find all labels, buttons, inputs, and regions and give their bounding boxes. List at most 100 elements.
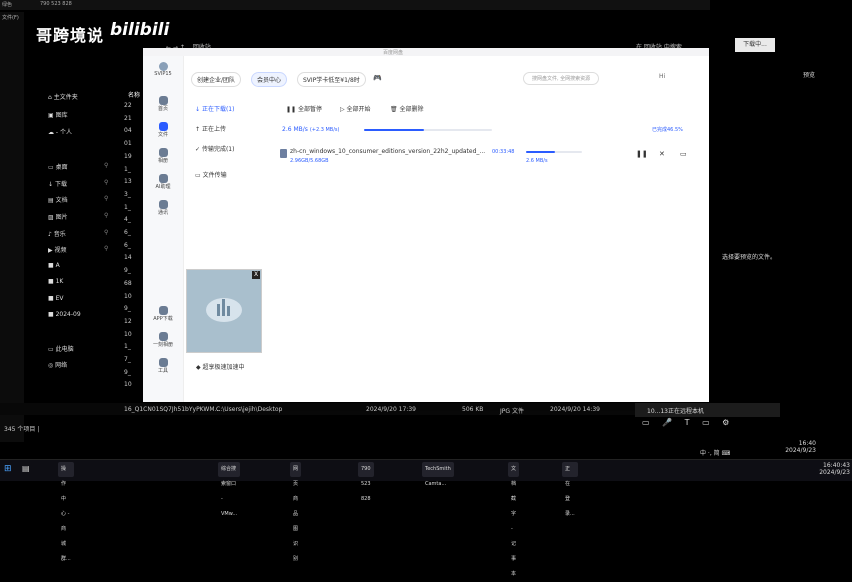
tree-completed[interactable]: ✓ 传输完成(1) bbox=[195, 144, 234, 153]
remote-control-panel[interactable]: 10...13正在远程本机 bbox=[635, 403, 780, 417]
side-avatar[interactable]: SVIP15 bbox=[143, 62, 183, 77]
nav-document[interactable]: ▤ 文档 bbox=[48, 195, 68, 204]
file-row[interactable]: 1_ bbox=[124, 166, 131, 173]
file-row[interactable]: 6_ bbox=[124, 242, 131, 249]
file-row[interactable]: 19 bbox=[124, 153, 132, 160]
file-row[interactable]: 10 bbox=[124, 381, 132, 388]
taskbar-app[interactable]: 综合搜索窗口 - VMw... bbox=[218, 462, 241, 517]
download-task-row[interactable]: zh-cn_windows_10_consumer_editions_versi… bbox=[280, 148, 709, 174]
side-app-download[interactable]: APP下载 bbox=[143, 306, 183, 322]
nav-folder-1k[interactable]: ■ 1K bbox=[48, 278, 63, 285]
file-row[interactable]: 04 bbox=[124, 127, 132, 134]
side-home[interactable]: 首页 bbox=[143, 96, 183, 112]
item-count: 345 个项目 | bbox=[4, 426, 40, 433]
windows-start-icon[interactable]: ⊞ bbox=[4, 464, 12, 474]
taskbar-app[interactable]: 网页商品图识别 bbox=[290, 462, 302, 562]
side-contacts[interactable]: 通讯 bbox=[143, 200, 183, 216]
file-row[interactable]: 6_ bbox=[124, 229, 131, 236]
side-moment[interactable]: 一刻相册 bbox=[143, 332, 183, 348]
tree-downloading[interactable]: ↓ 正在下载(1) bbox=[195, 104, 234, 113]
taskbar-app[interactable]: 正在登录... bbox=[562, 462, 578, 517]
file-row[interactable]: 13 bbox=[124, 178, 132, 185]
contacts-icon bbox=[158, 200, 168, 209]
nav-video[interactable]: ▶ 视频 bbox=[48, 245, 67, 254]
pin-icon[interactable]: ⚲ bbox=[104, 179, 108, 186]
window-titlebar[interactable]: 百度网盘 bbox=[143, 48, 709, 56]
folder-icon[interactable]: ▭ bbox=[680, 150, 687, 158]
taskbar-clock[interactable]: 16:40:43 2024/9/23 bbox=[819, 462, 850, 476]
clear-all-button[interactable]: 🗑 全部删除 bbox=[390, 104, 424, 113]
file-row[interactable]: 7_ bbox=[124, 356, 131, 363]
nav-folder-a[interactable]: ■ A bbox=[48, 262, 60, 269]
preview-toggle[interactable]: 预览 bbox=[803, 70, 815, 79]
downloading-button[interactable]: 下载中... bbox=[735, 38, 775, 52]
nav-home[interactable]: ⌂ 主文件夹 bbox=[48, 92, 78, 101]
file-row[interactable]: 9_ bbox=[124, 369, 131, 376]
pin-icon[interactable]: ⚲ bbox=[104, 195, 108, 202]
tab-enterprise[interactable]: 创建企业/团队 bbox=[191, 72, 242, 87]
tree-uploading[interactable]: ↑ 正在上传 bbox=[195, 124, 226, 133]
nav-personal[interactable]: ☁ - 个人 bbox=[48, 127, 72, 136]
baidu-search-input[interactable]: 搜网盘文件, 全网搜索资源 bbox=[523, 72, 600, 85]
nav-folder-ev[interactable]: ■ EV bbox=[48, 295, 64, 302]
file-row[interactable]: 22 bbox=[124, 102, 132, 109]
taskbar-app[interactable]: 文档截字 - 记事本 bbox=[508, 462, 520, 577]
pin-icon[interactable]: ⚲ bbox=[104, 212, 108, 219]
file-row[interactable]: 68 bbox=[124, 280, 132, 287]
nav-desktop[interactable]: ▭ 桌面 bbox=[48, 162, 68, 171]
file-row[interactable]: 9_ bbox=[124, 267, 131, 274]
menu-file[interactable]: 文件(F) bbox=[2, 14, 19, 21]
ime-indicator[interactable]: 中 ·, 简 ⌨ bbox=[700, 448, 730, 457]
start-all-button[interactable]: ▷ 全部开始 bbox=[340, 104, 371, 113]
pin-icon[interactable]: ⚲ bbox=[104, 229, 108, 236]
nav-computer[interactable]: ▭ 此电脑 bbox=[48, 344, 74, 353]
file-row[interactable]: 01 bbox=[124, 140, 132, 147]
side-ai[interactable]: AI助理 bbox=[143, 174, 183, 190]
file-row[interactable]: 10 bbox=[124, 293, 132, 300]
nav-music[interactable]: ♪ 音乐 bbox=[48, 229, 66, 238]
monitor-icon[interactable]: ▭ bbox=[642, 418, 650, 427]
file-row[interactable]: 14 bbox=[124, 254, 132, 261]
taskview-icon[interactable]: ▤ bbox=[22, 464, 30, 473]
pin-icon[interactable]: ⚲ bbox=[104, 245, 108, 252]
user-badge[interactable]: Hi bbox=[659, 73, 665, 80]
game-icon[interactable]: 🎮 bbox=[373, 74, 382, 82]
tab-member[interactable]: 会员中心 bbox=[251, 72, 288, 87]
file-row[interactable]: 10 bbox=[124, 331, 132, 338]
file-row[interactable]: 1_ bbox=[124, 343, 131, 350]
side-tools[interactable]: 工具 bbox=[143, 358, 183, 374]
nav-picture[interactable]: ▨ 图片 bbox=[48, 212, 68, 221]
settings-icon[interactable]: ⚙ bbox=[722, 418, 729, 427]
file-row[interactable]: 4_ bbox=[124, 216, 131, 223]
file-row[interactable]: 21 bbox=[124, 115, 132, 122]
side-album[interactable]: 相册 bbox=[143, 148, 183, 164]
promo-popup[interactable]: X bbox=[186, 269, 262, 353]
taskbar-app[interactable]: TechSmith Camta... bbox=[422, 462, 454, 487]
pin-icon[interactable]: ⚲ bbox=[104, 162, 108, 169]
text-icon[interactable]: T bbox=[685, 418, 690, 427]
file-row[interactable]: 12 bbox=[124, 318, 132, 325]
pause-all-button[interactable]: ❚❚ 全部暂停 bbox=[286, 104, 322, 113]
speedup-status: ◆ 超享极速加速中 bbox=[196, 364, 245, 371]
tree-file-transfer[interactable]: ▭ 文件传输 bbox=[195, 170, 227, 179]
close-icon[interactable]: X bbox=[252, 271, 260, 279]
close-icon[interactable]: ✕ bbox=[659, 150, 665, 158]
tab-label[interactable]: 绿色 bbox=[2, 1, 12, 8]
folder-icon[interactable]: ▭ bbox=[702, 418, 710, 427]
nav-download[interactable]: ↓ 下载 bbox=[48, 179, 67, 188]
file-row[interactable]: 1_ bbox=[124, 204, 131, 211]
file-row[interactable]: 9_ bbox=[124, 305, 131, 312]
tab-svip-promo[interactable]: SVIP学卡低至¥1/8时 bbox=[297, 72, 366, 87]
file-column-header[interactable]: 名称 bbox=[128, 90, 140, 99]
file-row[interactable]: 3_ bbox=[124, 191, 131, 198]
taskbar-app[interactable]: 790 523 828 bbox=[358, 462, 374, 502]
nav-folder-2024[interactable]: ■ 2024-09 bbox=[48, 311, 81, 318]
pause-icon[interactable]: ❚❚ bbox=[636, 150, 648, 158]
side-file[interactable]: 文件 bbox=[143, 122, 183, 138]
nav-gallery[interactable]: ▣ 图库 bbox=[48, 110, 68, 119]
overall-progress-fill bbox=[364, 129, 424, 131]
taskbar-app[interactable]: 操作中心 - 商城群... bbox=[58, 462, 74, 562]
ai-icon bbox=[158, 174, 168, 183]
nav-network[interactable]: ◎ 网络 bbox=[48, 360, 67, 369]
mic-icon[interactable]: 🎤 bbox=[662, 418, 672, 427]
